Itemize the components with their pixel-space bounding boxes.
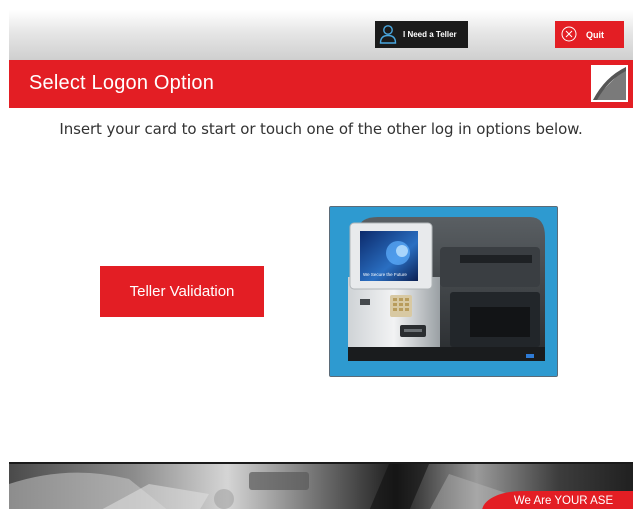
footer-tagline: We Are YOUR ASE <box>482 491 633 509</box>
person-icon <box>379 24 397 46</box>
page-title: Select Logon Option <box>29 72 215 94</box>
quit-label: Quit <box>586 29 604 40</box>
brand-logo <box>591 65 628 102</box>
need-teller-label: I Need a Teller <box>403 30 457 39</box>
page-header: Select Logon Option <box>9 60 633 108</box>
close-circle-icon <box>561 26 577 44</box>
instructions-text: Insert your card to start or touch one o… <box>59 120 583 138</box>
app-window: I Need a Teller Quit Select Logon Option… <box>9 10 633 509</box>
kiosk-screen-text: We Secure the Future <box>363 272 407 277</box>
teller-validation-button[interactable]: Teller Validation <box>100 266 264 317</box>
footer-banner: We Are YOUR ASE <box>9 462 633 509</box>
kiosk-image: We Secure the Future <box>329 206 558 377</box>
quit-button[interactable]: Quit <box>555 21 624 48</box>
top-bar: I Need a Teller Quit <box>9 10 633 61</box>
need-teller-button[interactable]: I Need a Teller <box>375 21 468 48</box>
